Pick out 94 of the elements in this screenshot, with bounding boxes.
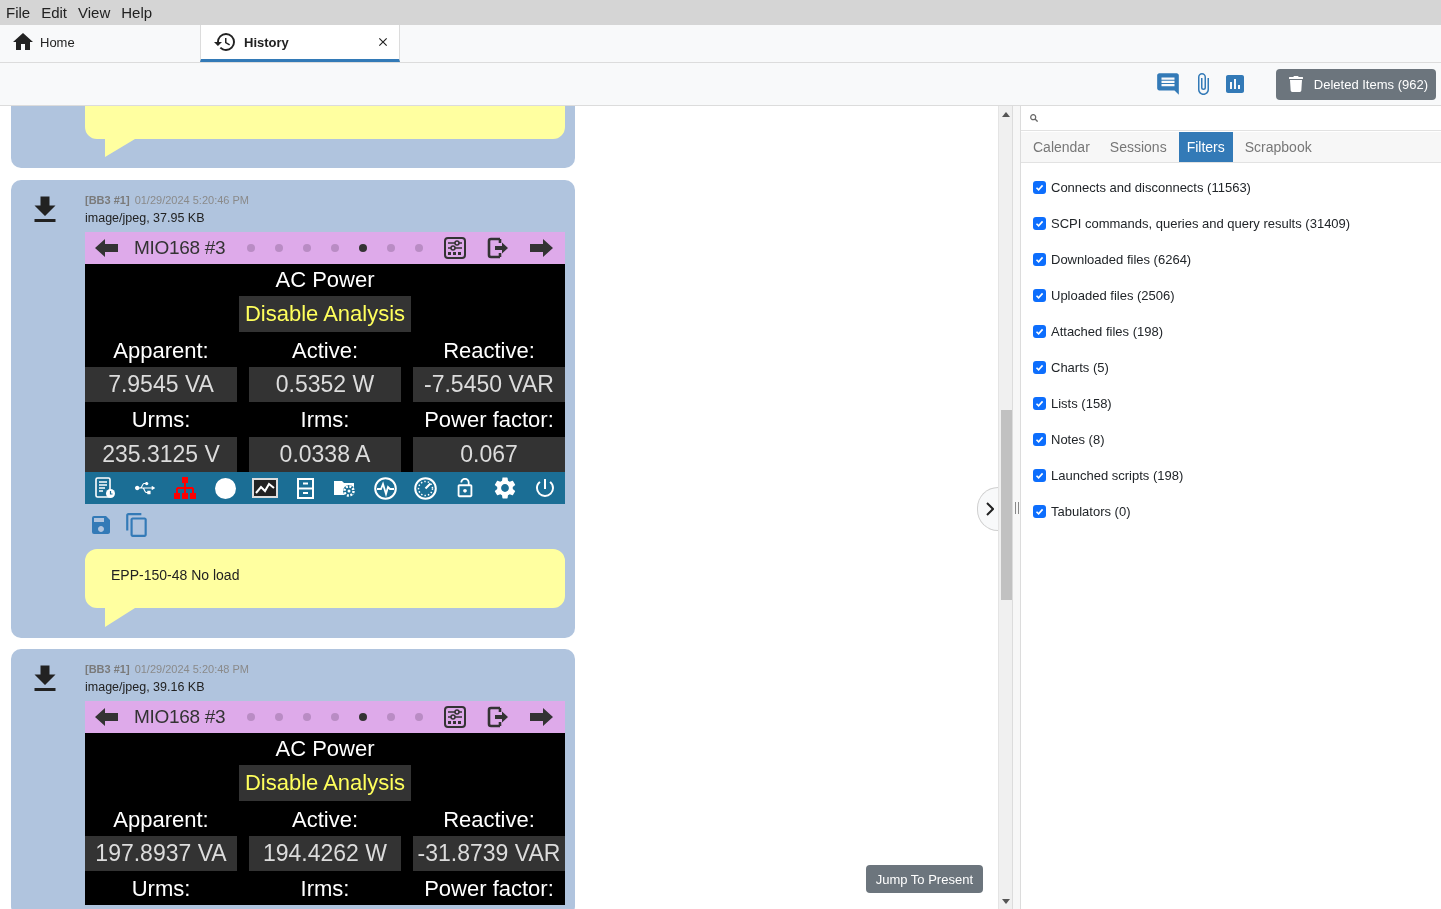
checkbox[interactable] (1033, 180, 1046, 194)
power-icon (533, 476, 557, 500)
filter-label: Tabulators (0) (1051, 503, 1131, 519)
file-info: image/jpeg, 37.95 KB (85, 210, 206, 226)
panel-tab[interactable]: Scrapbook (1236, 132, 1320, 162)
metric-label: Power factor: (423, 406, 555, 434)
metric-value: 194.4262 W (249, 836, 401, 871)
filter-label: Notes (8) (1051, 431, 1105, 447)
metric-label: Irms: (299, 875, 351, 903)
filter-label: Connects and disconnects (11563) (1051, 179, 1251, 195)
note-bubble: EPP-150-48 No load (85, 549, 565, 627)
sliders-icon (444, 237, 466, 259)
metric-value: -31.8739 VAR (413, 836, 565, 871)
highlighted-label: Disable Analysis (239, 765, 411, 801)
checkbox[interactable] (1033, 468, 1046, 482)
metric-value: 235.3125 V (85, 437, 237, 472)
screen-title: AC Power (274, 268, 376, 292)
metric-label: Irms: (299, 406, 351, 434)
entry-source: [BB3 #1] (85, 194, 130, 206)
metric-label: Active: (291, 337, 359, 365)
checkbox[interactable] (1033, 324, 1046, 338)
metric-label: Urms: (130, 875, 192, 903)
panel-tab[interactable]: Calendar (1025, 132, 1098, 162)
device-name: MIO168 #3 (134, 706, 227, 728)
tab[interactable]: History (200, 25, 400, 62)
metric-label: Power factor: (423, 875, 555, 903)
pulse-icon (373, 476, 397, 500)
save-icon[interactable] (89, 513, 113, 537)
checkbox[interactable] (1033, 504, 1046, 518)
exit-icon (487, 706, 509, 728)
menu-item[interactable]: Edit (41, 2, 68, 23)
right-arrow-icon (530, 239, 553, 257)
metric-value: 0.0338 A (249, 437, 401, 472)
filter-label: Uploaded files (2506) (1051, 287, 1175, 303)
filter-label: Attached files (198) (1051, 323, 1163, 339)
checkbox[interactable] (1033, 288, 1046, 302)
filter-label: Charts (5) (1051, 359, 1109, 375)
device-name: MIO168 #3 (134, 237, 227, 259)
checkbox[interactable] (1033, 360, 1046, 374)
filter-label: Launched scripts (198) (1051, 467, 1184, 483)
filter-label: Lists (158) (1051, 395, 1112, 411)
gauge-icon (413, 476, 437, 500)
checkbox[interactable] (1033, 252, 1046, 266)
grip-icon[interactable] (1014, 501, 1019, 514)
filter-label: Downloaded files (6264) (1051, 251, 1192, 267)
metric-value: 7.9545 VA (85, 367, 237, 402)
metric-value: -7.5450 VAR (413, 367, 565, 402)
tab[interactable]: Home (0, 25, 200, 62)
scrollbar-thumb[interactable] (1000, 410, 1012, 600)
history-icon (213, 30, 237, 54)
entry-time: 01/29/2024 5:20:48 PM (134, 663, 249, 675)
screen-title: AC Power (274, 737, 376, 761)
entry-source: [BB3 #1] (85, 663, 130, 675)
metric-label: Reactive: (442, 337, 536, 365)
comment-icon[interactable] (1154, 71, 1181, 97)
jump-to-present-button[interactable]: Jump To Present (865, 865, 983, 893)
menu-item[interactable]: Help (121, 2, 153, 23)
right-arrow-icon (530, 708, 553, 726)
metric-label: Reactive: (442, 806, 536, 834)
metric-label: Apparent: (112, 337, 210, 365)
folder-gear-icon (333, 478, 357, 498)
metric-value: 197.8937 VA (85, 836, 237, 871)
chevron-icon (986, 502, 994, 516)
cabinet-icon (296, 477, 314, 499)
file-info: image/jpeg, 39.16 KB (85, 679, 206, 695)
panel-tab[interactable]: Filters (1178, 132, 1233, 162)
metric-value: 0.5352 W (249, 367, 401, 402)
deleted-items-button[interactable]: Deleted Items (962) (1275, 68, 1436, 100)
highlighted-label: Disable Analysis (239, 296, 411, 332)
network-icon (174, 477, 196, 499)
circle-icon (214, 477, 236, 499)
metric-label: Active: (291, 806, 359, 834)
copy-icon[interactable] (124, 512, 150, 538)
menu-item[interactable]: View (78, 2, 111, 23)
menu-item[interactable]: File (6, 2, 31, 23)
metric-value: 0.067 (413, 437, 565, 472)
metric-label: Apparent: (112, 806, 210, 834)
close-icon[interactable] (376, 35, 390, 49)
search-icon (1030, 114, 1038, 122)
entry-time: 01/29/2024 5:20:46 PM (134, 194, 249, 206)
document-clock-icon (94, 477, 116, 499)
metric-label: Urms: (130, 406, 192, 434)
line-chart-icon (252, 478, 278, 498)
left-arrow-icon (95, 708, 118, 726)
left-arrow-icon (95, 239, 118, 257)
sliders-icon (444, 706, 466, 728)
trash-icon (1287, 76, 1304, 92)
checkbox[interactable] (1033, 216, 1046, 230)
checkbox[interactable] (1033, 432, 1046, 446)
exit-icon (487, 237, 509, 259)
checkbox[interactable] (1033, 396, 1046, 410)
filter-label: SCPI commands, queries and query results (31409) (1051, 215, 1351, 231)
settings-icon (492, 475, 518, 501)
panel-tab[interactable]: Sessions (1101, 132, 1175, 162)
